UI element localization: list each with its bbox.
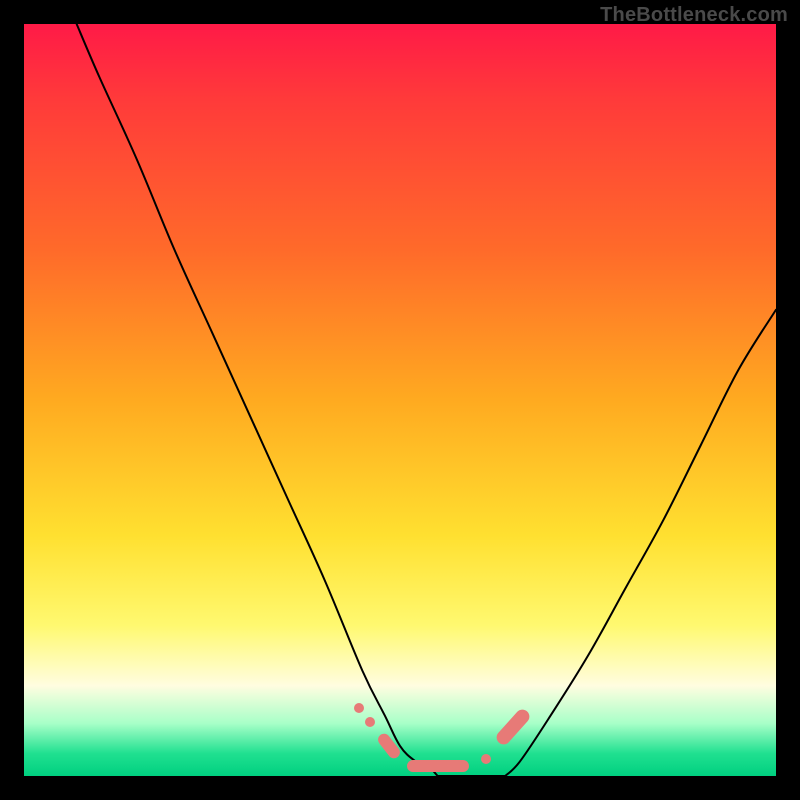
curves-svg [24,24,776,776]
watermark-text: TheBottleneck.com [600,4,788,27]
marker-pill [407,760,469,772]
left-curve [77,24,438,776]
right-curve [505,310,776,776]
marker-dot [354,703,364,713]
marker-dot [365,717,375,727]
plot-area [24,24,776,776]
chart-frame: TheBottleneck.com [0,0,800,800]
